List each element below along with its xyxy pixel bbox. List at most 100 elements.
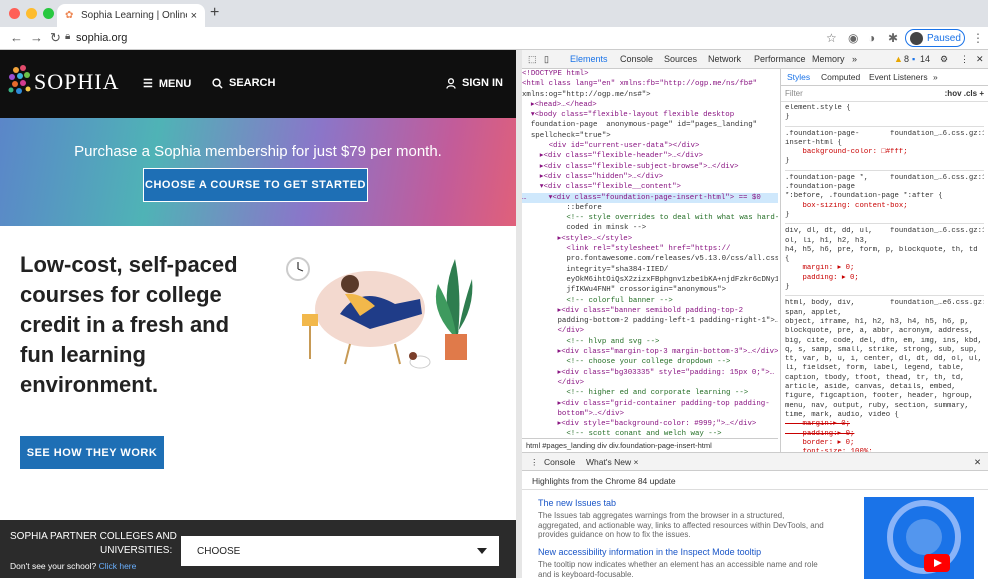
warnings-count[interactable]: 8 bbox=[904, 54, 909, 64]
css-rule-line[interactable]: } bbox=[785, 113, 984, 122]
new-tab-button[interactable]: + bbox=[210, 4, 219, 22]
close-window-button[interactable] bbox=[9, 8, 20, 19]
tab-styles-more[interactable]: » bbox=[933, 72, 938, 82]
dom-node-line[interactable]: ▸<div class="margin-top-3 margin-bottom-… bbox=[522, 347, 778, 357]
css-rule-line[interactable]: figure, figcaption, footer, header, hgro… bbox=[785, 392, 984, 401]
tab-performance[interactable]: Performance bbox=[754, 54, 806, 64]
css-rule-line[interactable]: time, mark, audio, video { bbox=[785, 411, 984, 420]
dom-node-line[interactable]: … ▾<div class="foundation-page-insert-ht… bbox=[522, 192, 778, 203]
css-rule-line[interactable]: article, aside, canvas, details, embed, bbox=[785, 383, 984, 392]
drawer-menu-icon[interactable]: ⋮ bbox=[530, 457, 539, 468]
dom-node-line[interactable]: ▸<div class="flexible-subject-browse">…<… bbox=[522, 162, 778, 172]
css-rule-line[interactable]: blockquote, pre, a, abbr, acronym, addre… bbox=[785, 327, 984, 336]
see-how-they-work-button[interactable]: SEE HOW THEY WORK bbox=[20, 436, 164, 469]
choose-course-button[interactable]: CHOOSE A COURSE TO GET STARTED bbox=[143, 168, 368, 202]
dom-node-line[interactable]: ▸<div class="banner semibold padding-top… bbox=[522, 306, 778, 316]
css-rule-line[interactable]: tt, var, b, u, i, center, dl, dt, dd, ol… bbox=[785, 355, 984, 364]
dom-node-line[interactable]: ▾<div class="flexible__content"> bbox=[522, 182, 778, 192]
tab-more[interactable]: » bbox=[852, 54, 857, 64]
video-thumbnail[interactable] bbox=[864, 497, 974, 579]
css-rule-line[interactable]: } bbox=[785, 283, 984, 292]
dom-tree[interactable]: <!DOCTYPE html> <html class lang="en" xml… bbox=[522, 69, 778, 437]
close-drawer-icon[interactable]: ✕ bbox=[974, 457, 981, 468]
tab-sources[interactable]: Sources bbox=[664, 54, 697, 64]
dom-node-line[interactable]: ▸<div class="flexible-header">…</div> bbox=[522, 151, 778, 161]
dom-node-line[interactable]: pro.fontawesome.com/releases/v5.13.0/css… bbox=[522, 254, 778, 264]
inspect-element-icon[interactable]: ⬚ bbox=[528, 54, 537, 65]
dom-node-line[interactable]: <!-- style overrides to deal with what w… bbox=[522, 213, 778, 223]
sophia-logo-icon[interactable] bbox=[6, 62, 36, 102]
dom-node-line[interactable]: xmlns:og="http://ogp.me/ns#"> bbox=[522, 90, 778, 100]
dom-node-line[interactable]: ▸<div style="background-color: #999;">…<… bbox=[522, 419, 778, 429]
drawer-tab-console[interactable]: Console bbox=[544, 457, 575, 467]
dom-node-line[interactable]: ▸<style>…</style> bbox=[522, 234, 778, 244]
url-field[interactable]: sophia.org bbox=[76, 32, 127, 44]
close-devtools-icon[interactable]: ✕ bbox=[976, 54, 984, 65]
css-rule-line[interactable]: padding:▸ 0; bbox=[785, 430, 984, 439]
search-button[interactable]: SEARCH bbox=[212, 77, 275, 89]
css-rule-line[interactable]: li, fieldset, form, label, legend, table… bbox=[785, 364, 984, 373]
extension2-icon[interactable]: ◑ bbox=[868, 31, 875, 45]
tab-event-listeners[interactable]: Event Listeners bbox=[869, 72, 928, 82]
css-rule-line[interactable]: div, dl, dt, dd, ul, foundation_…6.css.g… bbox=[785, 227, 984, 236]
dom-node-line[interactable]: </div> bbox=[522, 326, 778, 336]
dom-node-line[interactable]: <html class lang="en" xmlns:fb="http://o… bbox=[522, 79, 778, 89]
dom-node-line[interactable]: <!DOCTYPE html> bbox=[522, 69, 778, 79]
css-rule-line[interactable]: caption, tbody, tfoot, thead, tr, th, td… bbox=[785, 374, 984, 383]
dom-node-line[interactable]: <!-- scott conant and welch way --> bbox=[522, 429, 778, 437]
css-rule-line[interactable]: margin:▸ 0; bbox=[785, 420, 984, 429]
css-rule-line[interactable]: q, s, samp, small, strike, strong, sub, … bbox=[785, 346, 984, 355]
profile-paused-button[interactable]: Paused bbox=[905, 29, 965, 47]
dom-node-line[interactable]: ▸<div class="bg303335" style="padding: 1… bbox=[522, 368, 778, 378]
college-select[interactable]: CHOOSE bbox=[181, 536, 499, 566]
css-rule-line[interactable]: background-color: □#fff; bbox=[785, 148, 984, 157]
browser-tab[interactable]: ✿ Sophia Learning | Online Cours × bbox=[57, 4, 205, 27]
css-rule-line[interactable]: } bbox=[785, 211, 984, 220]
extension-icon[interactable]: ◉ bbox=[848, 31, 858, 45]
dom-node-line[interactable]: ▸<div class="grid-container padding-top … bbox=[522, 399, 778, 409]
css-rule-line[interactable]: } bbox=[785, 157, 984, 166]
accessibility-tooltip-link[interactable]: New accessibility information in the Ins… bbox=[538, 547, 761, 557]
css-rule-line[interactable]: { bbox=[785, 255, 984, 264]
dom-node-line[interactable]: bottom">…</div> bbox=[522, 409, 778, 419]
css-rule-line[interactable]: object, iframe, h1, h2, h3, h4, h5, h6, … bbox=[785, 318, 984, 327]
tab-network[interactable]: Network bbox=[708, 54, 741, 64]
reload-icon[interactable]: ↻ bbox=[50, 30, 61, 46]
dom-node-line[interactable]: </div> bbox=[522, 378, 778, 388]
css-rule-line[interactable]: .foundation-page bbox=[785, 183, 984, 192]
dom-node-line[interactable]: jfIKWu4FNH" crossorigin="anonymous"> bbox=[522, 285, 778, 295]
forward-icon[interactable]: → bbox=[30, 30, 43, 45]
issues-tab-link[interactable]: The new Issues tab bbox=[538, 498, 616, 508]
css-rule-line[interactable]: h4, h5, h6, pre, form, p, blockquote, th… bbox=[785, 246, 984, 255]
dom-node-line[interactable]: <link rel="stylesheet" href="https:// bbox=[522, 244, 778, 254]
tab-styles[interactable]: Styles bbox=[787, 72, 810, 82]
css-rule-line[interactable]: menu, nav, output, ruby, section, summar… bbox=[785, 402, 984, 411]
css-rule-line[interactable]: padding: ▸ 0; bbox=[785, 274, 984, 283]
css-rules[interactable]: element.style {} .foundation-page- founda… bbox=[781, 102, 988, 452]
minimize-window-button[interactable] bbox=[26, 8, 37, 19]
dom-node-line[interactable]: ▸<div class="hidden">…</div> bbox=[522, 172, 778, 182]
styles-filter[interactable]: Filter :hov .cls + bbox=[781, 86, 988, 102]
devtools-menu-icon[interactable]: ⋮ bbox=[960, 54, 969, 65]
css-rule-line[interactable]: span, applet, bbox=[785, 309, 984, 318]
hov-cls-controls[interactable]: :hov .cls + bbox=[945, 89, 984, 98]
css-rule-line[interactable]: insert-html { bbox=[785, 139, 984, 148]
errors-count[interactable]: 14 bbox=[920, 54, 930, 64]
css-rule-line[interactable]: big, cite, code, del, dfn, em, img, ins,… bbox=[785, 337, 984, 346]
drawer-tab-whats-new[interactable]: What's New × bbox=[586, 457, 638, 467]
extensions-puzzle-icon[interactable]: ✱ bbox=[888, 31, 898, 45]
logo-text[interactable]: SOPHIA bbox=[34, 69, 119, 95]
tab-console[interactable]: Console bbox=[620, 54, 653, 64]
sign-in-button[interactable]: SIGN IN bbox=[446, 77, 503, 89]
dom-node-line[interactable]: spellcheck="true"> bbox=[522, 131, 778, 141]
css-rule-line[interactable]: margin: ▸ 0; bbox=[785, 264, 984, 273]
css-rule-line[interactable]: border: ▸ 0; bbox=[785, 439, 984, 448]
dom-node-line[interactable]: <!-- choose your college dropdown --> bbox=[522, 357, 778, 367]
dom-node-line[interactable]: <div id="current-user-data"></div> bbox=[522, 141, 778, 151]
tab-computed[interactable]: Computed bbox=[821, 72, 860, 82]
dom-node-line[interactable]: foundation-page anonymous-page" id="page… bbox=[522, 120, 778, 130]
youtube-play-icon[interactable] bbox=[924, 554, 950, 572]
maximize-window-button[interactable] bbox=[43, 8, 54, 19]
css-rule-line[interactable]: .foundation-page- foundation_…6.css.gz:1… bbox=[785, 130, 984, 139]
bookmark-star-icon[interactable]: ☆ bbox=[826, 31, 837, 45]
